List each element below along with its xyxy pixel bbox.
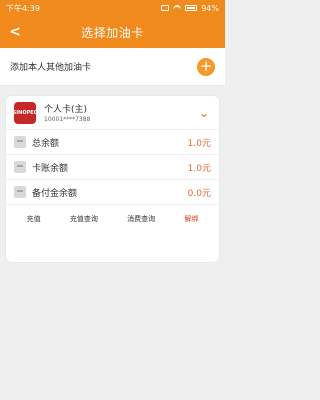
back-button[interactable]: < [6, 16, 24, 48]
balance-row-reserve: 备付金余额 0.0元 [6, 180, 219, 205]
balance-row-card: 卡账余额 1.0元 [6, 155, 219, 180]
battery-percent: 94% [201, 3, 219, 13]
balance-value: 1.0元 [187, 163, 211, 174]
chevron-down-icon[interactable]: ⌄ [197, 106, 211, 120]
balance-label: 总余额 [32, 138, 60, 149]
plus-icon: + [199, 57, 213, 75]
balance-value: 0.0元 [187, 188, 211, 199]
fuel-card: SINOPEC 个人卡(主) 10001****7388 ⌄ 总余额 1.0元 … [6, 96, 219, 262]
consumption-history-button[interactable]: 消费查询 [124, 210, 158, 228]
add-button[interactable]: + [197, 57, 215, 76]
recharge-history-button[interactable]: 充值查询 [67, 210, 101, 228]
logo-text: SINOPEC [12, 109, 38, 116]
reserve-icon [14, 186, 26, 198]
wifi-icon [173, 5, 182, 11]
status-icons: 94% [161, 4, 219, 13]
recharge-button[interactable]: 充值 [24, 210, 44, 228]
wallet-icon [14, 136, 26, 148]
balance-row-total: 总余额 1.0元 [6, 130, 219, 155]
card-number: 10001****7388 [44, 116, 91, 123]
page-title: 选择加油卡 [81, 25, 144, 40]
add-card-row[interactable]: 添加本人其他加油卡 + [0, 48, 225, 86]
unbind-button[interactable]: 解绑 [181, 210, 201, 228]
card-name: 个人卡(主) [44, 105, 88, 115]
signal-icon [161, 5, 170, 11]
battery-icon [185, 5, 198, 11]
status-time: 下午4:39 [6, 3, 40, 13]
add-card-label: 添加本人其他加油卡 [10, 63, 92, 73]
balance-label: 卡账余额 [32, 163, 69, 174]
balance-value: 1.0元 [187, 138, 211, 149]
status-bar: 下午4:39 94% [0, 0, 225, 16]
sinopec-logo: SINOPEC [12, 101, 38, 124]
balance-label: 备付金余额 [32, 188, 78, 199]
card-actions: 充值 充值查询 消费查询 解绑 [6, 205, 219, 232]
card-info: 个人卡(主) 10001****7388 [44, 102, 197, 123]
chevron-left-icon: < [9, 24, 21, 40]
app-header: < 选择加油卡 [0, 16, 225, 48]
card-icon [14, 161, 26, 173]
card-header[interactable]: SINOPEC 个人卡(主) 10001****7388 ⌄ [6, 96, 219, 130]
